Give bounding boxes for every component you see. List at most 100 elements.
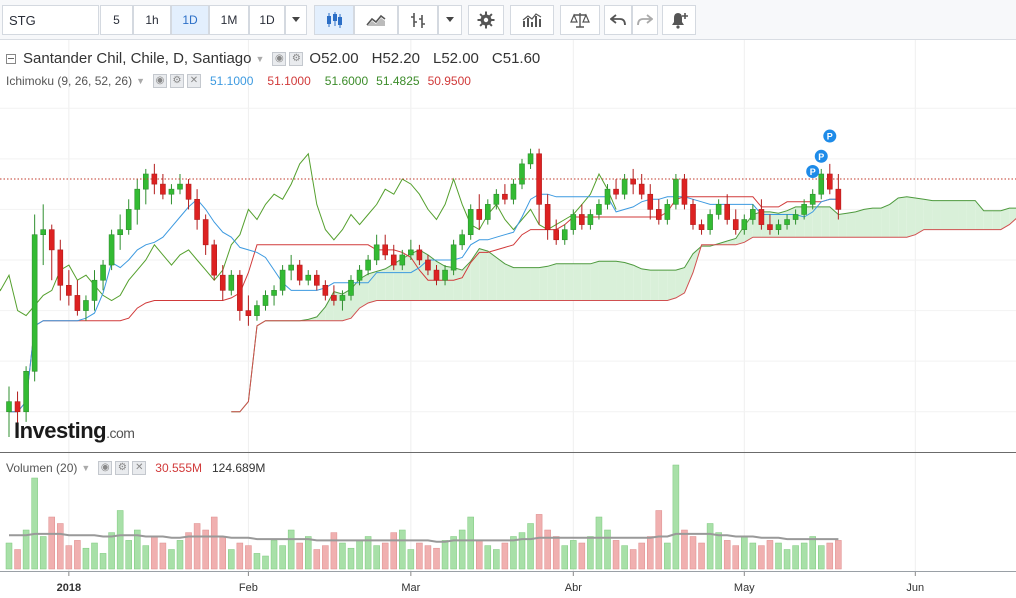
close-icon[interactable]: ✕ bbox=[187, 74, 201, 88]
candle-up bbox=[23, 370, 29, 413]
volume-bar-up bbox=[142, 545, 150, 570]
interval-5-button[interactable]: 5 bbox=[100, 5, 133, 35]
candle-up bbox=[596, 204, 602, 215]
volume-bar-down bbox=[193, 523, 201, 570]
settings-button[interactable] bbox=[468, 5, 504, 35]
indicators-button[interactable] bbox=[510, 5, 554, 35]
volume-bar-down bbox=[723, 540, 731, 570]
volume-bar-down bbox=[424, 545, 432, 570]
candle-up bbox=[339, 295, 346, 301]
volume-bar-down bbox=[57, 523, 64, 570]
volume-bar-down bbox=[835, 540, 842, 570]
open-value: 52.00 bbox=[321, 50, 359, 67]
undo-button[interactable] bbox=[604, 5, 632, 35]
candle-down bbox=[579, 214, 585, 225]
cloud-segment bbox=[376, 268, 386, 301]
candle-up bbox=[228, 274, 235, 291]
volume-bar-down bbox=[185, 532, 192, 570]
volume-bar-up bbox=[262, 555, 269, 570]
bar-style-button[interactable] bbox=[398, 5, 438, 35]
cloud-segment bbox=[992, 210, 1001, 230]
eye-icon[interactable]: ◉ bbox=[98, 461, 113, 475]
candle-up bbox=[117, 229, 123, 236]
volume-bar-up bbox=[664, 542, 671, 570]
candle-down bbox=[331, 295, 337, 301]
candle-up bbox=[715, 204, 722, 215]
dividend-marker[interactable]: P bbox=[806, 164, 820, 178]
dividend-marker[interactable]: P bbox=[814, 149, 828, 163]
eye-icon[interactable]: ◉ bbox=[153, 74, 167, 88]
cloud-segment bbox=[940, 200, 950, 230]
volume-bar-up bbox=[775, 542, 782, 570]
cloud-segment bbox=[496, 257, 505, 301]
volume-bar-up bbox=[818, 545, 825, 570]
cloud-segment bbox=[556, 263, 565, 301]
volume-bar-up bbox=[82, 547, 90, 570]
volume-bar-up bbox=[339, 542, 346, 570]
interval-1d-button[interactable]: 1D bbox=[171, 5, 209, 35]
volume-bar-up bbox=[279, 545, 286, 570]
eye-icon[interactable]: ◉ bbox=[272, 51, 287, 66]
volume-bar-up bbox=[561, 545, 568, 570]
candle-down bbox=[185, 183, 192, 200]
gear-icon[interactable]: ⚙ bbox=[115, 461, 130, 475]
interval-1h-button[interactable]: 1h bbox=[133, 5, 171, 35]
candle-up bbox=[408, 249, 414, 256]
cloud-segment bbox=[462, 261, 471, 301]
candle-up bbox=[91, 279, 98, 301]
volume-bar-down bbox=[655, 510, 663, 570]
cloud-segment bbox=[487, 251, 497, 301]
candle-up bbox=[100, 264, 106, 281]
symbol-input[interactable] bbox=[2, 5, 99, 35]
cloud-segment bbox=[966, 200, 976, 230]
candle-down bbox=[14, 401, 21, 413]
cloud-segment bbox=[368, 271, 377, 303]
interval-dropdown-button[interactable] bbox=[285, 5, 307, 35]
cloud-segment bbox=[949, 200, 959, 230]
collapse-main-icon[interactable] bbox=[6, 53, 16, 64]
gear-icon[interactable]: ⚙ bbox=[170, 74, 184, 88]
candle-up bbox=[621, 178, 628, 195]
candle-up bbox=[707, 214, 713, 230]
cloud-segment bbox=[1000, 208, 1010, 230]
price-chart[interactable]: PPP bbox=[0, 40, 1016, 453]
volume-bar-down bbox=[416, 542, 423, 570]
cloud-segment bbox=[915, 198, 924, 235]
time-axis[interactable]: 2018FebMarAbrMayJunJulAgo bbox=[0, 571, 1016, 598]
cloud-segment bbox=[522, 267, 531, 301]
axis-tick-label: 2018 bbox=[57, 582, 81, 594]
dividend-marker[interactable]: P bbox=[823, 129, 837, 143]
bell-plus-icon bbox=[672, 13, 688, 29]
line-style-button[interactable] bbox=[354, 5, 398, 35]
close-icon[interactable]: ✕ bbox=[132, 461, 147, 475]
chart-style-dropdown[interactable] bbox=[438, 5, 462, 35]
candle-down bbox=[416, 249, 423, 261]
price-pane[interactable]: PPP bbox=[0, 40, 1016, 453]
candle-down bbox=[826, 173, 833, 190]
volume-bar-up bbox=[5, 542, 13, 570]
candle-style-button[interactable] bbox=[314, 5, 354, 35]
cloud-segment bbox=[607, 261, 617, 301]
candle-up bbox=[356, 269, 363, 281]
candle-up bbox=[31, 234, 38, 372]
interval-dropdown-value[interactable]: 1D bbox=[249, 5, 285, 35]
alert-button[interactable] bbox=[662, 5, 696, 35]
cloud-segment bbox=[932, 200, 941, 230]
caret-down-icon[interactable]: ▼ bbox=[136, 76, 145, 86]
compare-button[interactable] bbox=[560, 5, 600, 35]
caret-down-icon[interactable]: ▼ bbox=[81, 463, 90, 473]
candle-down bbox=[681, 178, 688, 205]
caret-down-icon[interactable]: ▼ bbox=[255, 54, 264, 64]
interval-1m-button[interactable]: 1M bbox=[209, 5, 249, 35]
candle-down bbox=[382, 244, 389, 256]
candle-down bbox=[476, 209, 483, 220]
low-value: 52.00 bbox=[441, 50, 479, 67]
mountain-chart-icon bbox=[366, 14, 386, 26]
candle-up bbox=[442, 269, 448, 281]
candle-up bbox=[450, 244, 457, 271]
gear-icon[interactable]: ⚙ bbox=[289, 51, 304, 66]
cloud-segment bbox=[564, 263, 574, 301]
candle-up bbox=[459, 234, 465, 246]
tenkan-value: 51.1000 bbox=[210, 74, 254, 88]
redo-button[interactable] bbox=[632, 5, 658, 35]
